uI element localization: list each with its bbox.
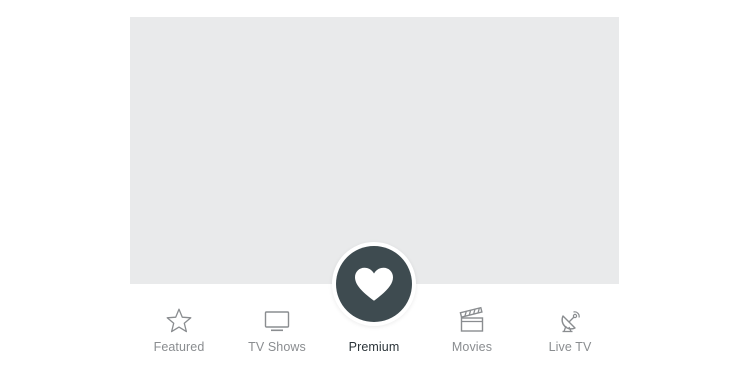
tab-label-movies: Movies xyxy=(451,340,493,354)
satellite-dish-icon xyxy=(555,306,585,336)
heart-icon xyxy=(354,267,394,303)
tab-movies[interactable]: Movies xyxy=(423,284,521,364)
app-screen: Featured TV Shows Premium Movies Live TV xyxy=(0,0,750,375)
tab-tv-shows[interactable]: TV Shows xyxy=(228,284,326,364)
tab-live-tv[interactable]: Live TV xyxy=(521,284,619,364)
tab-label-tv-shows: TV Shows xyxy=(248,340,306,354)
premium-heart-button[interactable] xyxy=(336,246,412,322)
clapperboard-icon xyxy=(457,306,487,336)
tab-label-featured: Featured xyxy=(153,340,205,354)
star-icon xyxy=(164,306,194,336)
tab-label-live-tv: Live TV xyxy=(548,340,592,354)
tab-featured[interactable]: Featured xyxy=(130,284,228,364)
tab-label-premium: Premium xyxy=(348,340,400,354)
tv-icon xyxy=(262,306,292,336)
